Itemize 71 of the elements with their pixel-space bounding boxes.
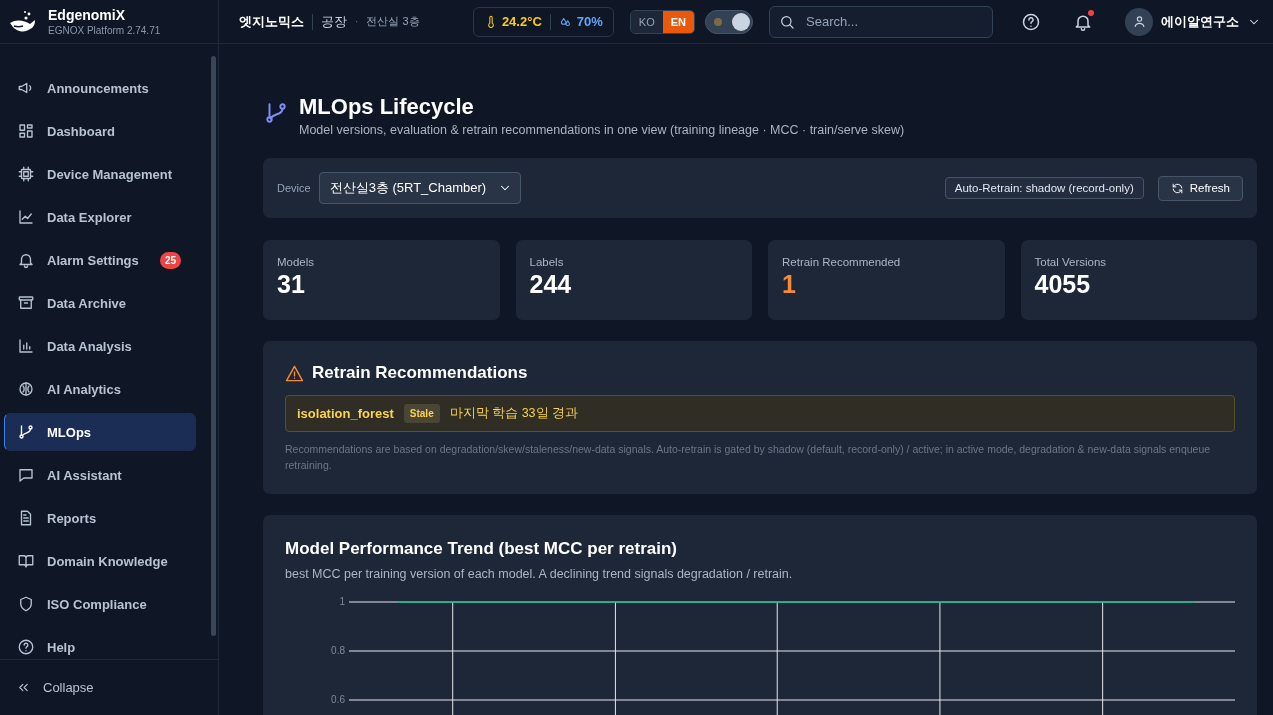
- sidebar-item[interactable]: Data Analysis: [4, 327, 196, 365]
- sidebar-item[interactable]: Data Explorer: [4, 198, 196, 236]
- sidebar-item[interactable]: AI Analytics: [4, 370, 196, 408]
- page-subtitle: Model versions, evaluation & retrain recommendations in one view (training lineage · MCC · train/serve skew): [299, 123, 905, 137]
- device-select[interactable]: 전산실3층 (5RT_Chamber): [318, 172, 522, 204]
- recommendation-note: Recommendations are based on degradation/skew/staleness/new-data signals. Auto-retrain is gated by shadow (default, record-only) / active; in active mode, degradation & new-data signals enqueue retraining.: [285, 442, 1212, 473]
- chat-icon: [17, 466, 35, 484]
- sidebar-item[interactable]: Dashboard: [4, 112, 196, 150]
- brand-name: EdgenomiX: [48, 7, 126, 23]
- stat-label: Total Versions: [1034, 256, 1108, 268]
- help-icon: [17, 638, 35, 656]
- refresh-button[interactable]: Refresh: [1157, 175, 1243, 201]
- stat-value: 244: [529, 270, 573, 299]
- stale-tag: Stale: [403, 404, 440, 423]
- sidebar-item[interactable]: Announcements: [4, 69, 196, 107]
- section-title: Retrain Recommendations: [312, 363, 528, 383]
- bell-icon: [17, 251, 35, 269]
- stat-label: Retrain Recommended: [782, 256, 902, 268]
- language-tab[interactable]: KO: [630, 10, 663, 33]
- sidebar-item[interactable]: Help: [4, 628, 196, 659]
- humidity-reading: 70%: [576, 14, 603, 29]
- shield-icon: [17, 595, 35, 613]
- chip-icon: [17, 165, 35, 183]
- y-tick-label: 0.8: [331, 644, 345, 656]
- refresh-icon: [1170, 181, 1184, 195]
- grid-icon: [17, 122, 35, 140]
- sidebar-item[interactable]: MLOps: [4, 413, 196, 451]
- page-title: MLOps Lifecycle: [299, 94, 475, 120]
- stat-value: 1: [782, 270, 797, 299]
- stat-value: 31: [277, 270, 306, 299]
- sidebar-item[interactable]: Data Archive: [4, 284, 196, 322]
- bar-chart-icon: [17, 337, 35, 355]
- y-tick-label: 0.6: [331, 693, 345, 705]
- sidebar-item[interactable]: Alarm Settings 25: [4, 241, 196, 279]
- alarm-count-badge: 25: [159, 251, 181, 269]
- sidebar-item[interactable]: Reports: [4, 499, 196, 537]
- scrollbar[interactable]: [211, 56, 216, 636]
- branch-icon: [17, 423, 35, 441]
- help-icon: [1021, 11, 1041, 32]
- temperature-reading: 24.2°C: [501, 14, 542, 29]
- theme-toggle[interactable]: [705, 9, 753, 34]
- search-field[interactable]: Search...: [769, 5, 993, 38]
- stat-label: Models: [277, 256, 316, 268]
- site-name: 공장: [321, 12, 347, 31]
- room-name: 전산실 3층: [366, 14, 420, 29]
- branch-icon: [263, 100, 289, 126]
- platform-version: EGNOX Platform 2.74.71: [48, 25, 161, 36]
- book-icon: [17, 552, 35, 570]
- device-label: Device: [277, 182, 311, 194]
- archive-icon: [17, 294, 35, 312]
- separator-dot: ·: [355, 16, 359, 27]
- language-tab[interactable]: EN: [662, 10, 694, 33]
- collapse-button[interactable]: Collapse: [0, 659, 218, 715]
- chart-subtitle: best MCC per training version of each model. A declining trend signals degradation / retrain.: [285, 566, 794, 581]
- sidebar-item[interactable]: AI Assistant: [4, 456, 196, 494]
- warning-icon: [285, 363, 304, 383]
- sidebar-item[interactable]: ISO Compliance: [4, 585, 196, 623]
- auto-retrain-mode-chip[interactable]: Auto-Retrain: shadow (record-only): [944, 177, 1144, 199]
- section-title: Model Performance Trend (best MCC per retrain): [285, 538, 679, 559]
- person-icon: [1131, 14, 1147, 29]
- sidebar-item[interactable]: Domain Knowledge: [4, 542, 196, 580]
- user-name[interactable]: 에이알연구소: [1161, 12, 1239, 31]
- company-name: 엣지노믹스: [239, 12, 304, 31]
- recommendation-message: 마지막 학습 33일 경과: [449, 405, 579, 422]
- stat-label: Labels: [529, 256, 565, 268]
- sidebar-item[interactable]: Device Management: [4, 155, 196, 193]
- line-chart-icon: [17, 208, 35, 226]
- stat-value: 4055: [1034, 270, 1092, 299]
- model-name: isolation_forest: [297, 406, 394, 421]
- user-avatar[interactable]: [1125, 7, 1153, 36]
- y-tick-label: 1: [339, 595, 345, 607]
